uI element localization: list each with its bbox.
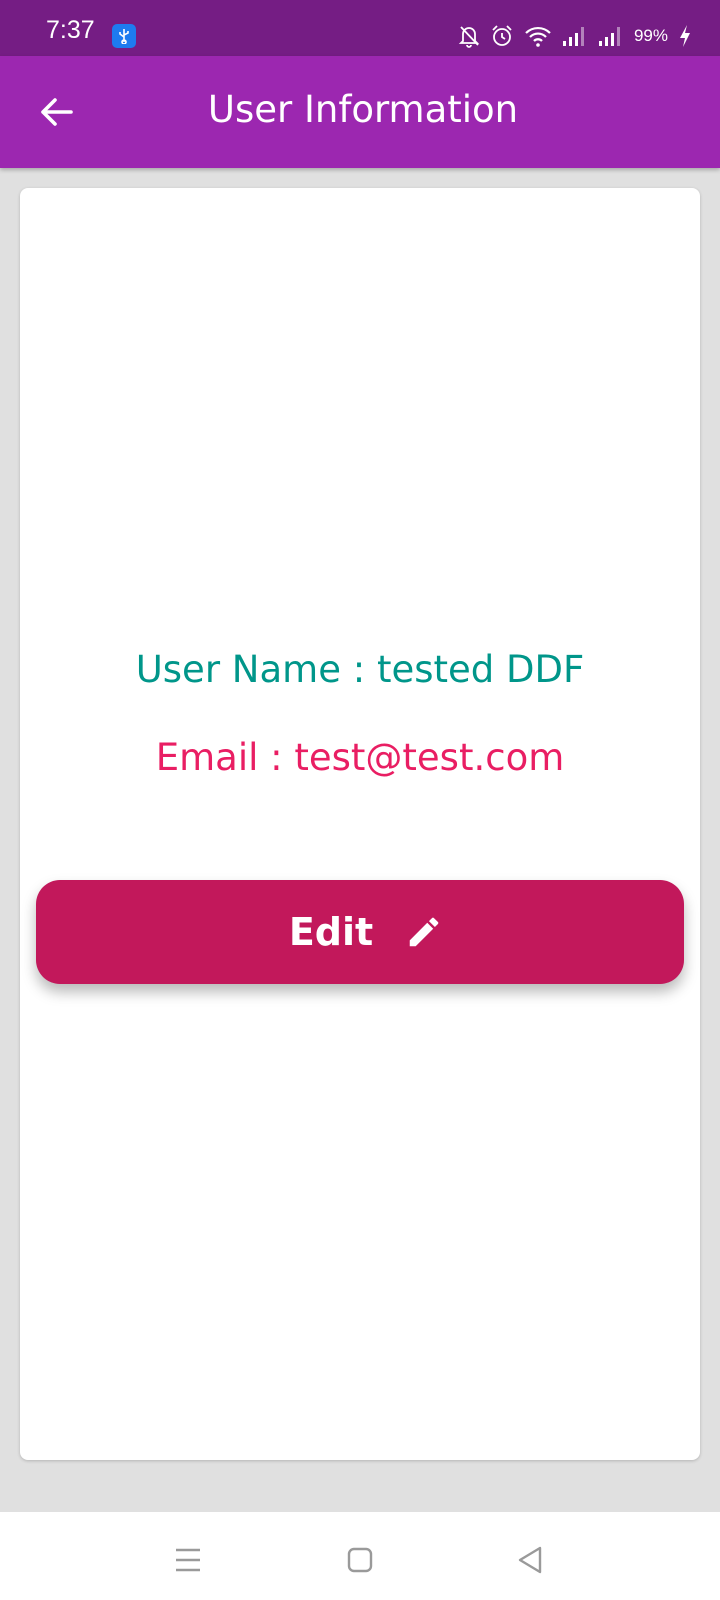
page-title: User Information xyxy=(207,88,519,131)
user-name-text: User Name : tested DDF xyxy=(135,648,585,691)
app-bar: User Information xyxy=(0,56,720,168)
back-triangle-icon xyxy=(518,1546,542,1574)
status-bar: 7:37 99% xyxy=(0,0,720,56)
pencil-icon xyxy=(409,917,439,947)
home-square-icon xyxy=(347,1547,373,1573)
signal-icon xyxy=(598,27,620,46)
status-time: 7:37 xyxy=(46,16,95,44)
system-back-button[interactable] xyxy=(500,1530,560,1590)
home-button[interactable] xyxy=(330,1530,390,1590)
edit-button-label: Edit xyxy=(288,910,374,954)
system-nav-bar xyxy=(0,1512,720,1600)
usb-icon xyxy=(112,24,136,48)
recent-apps-button[interactable] xyxy=(158,1530,218,1590)
charging-bolt-icon xyxy=(680,25,690,47)
wifi-icon xyxy=(525,26,551,47)
silent-bell-icon xyxy=(458,26,480,48)
signal-icon xyxy=(562,27,584,46)
edit-button[interactable]: Edit xyxy=(36,880,684,984)
status-icons: 99% xyxy=(458,22,692,50)
user-info-card: User Name : tested DDF Email : test@test… xyxy=(20,188,700,1460)
battery-level: 99% xyxy=(633,26,668,45)
menu-icon xyxy=(176,1548,200,1572)
user-email-text: Email : test@test.com xyxy=(155,736,565,779)
alarm-icon xyxy=(492,25,512,46)
